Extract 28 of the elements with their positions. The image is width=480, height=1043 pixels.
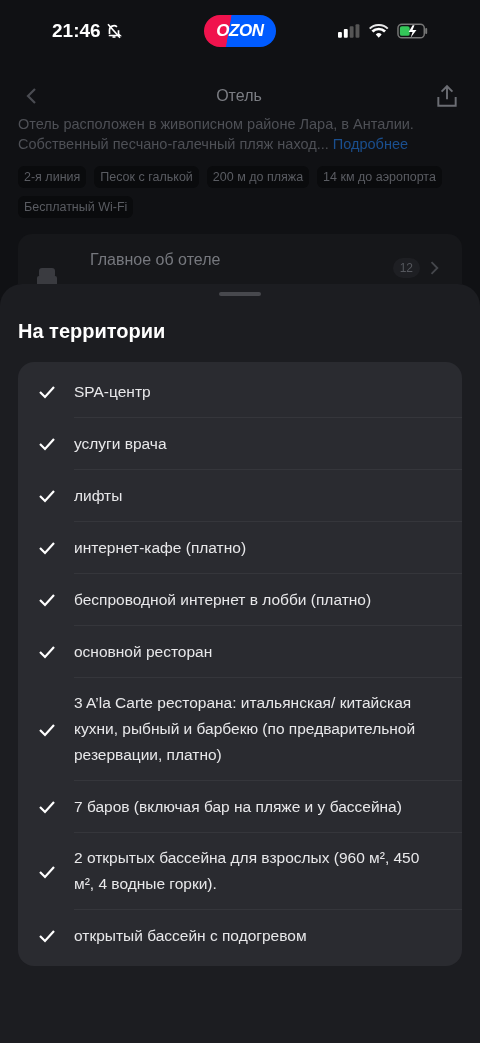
more-link[interactable]: Подробнее — [332, 136, 409, 152]
amenity-text: 7 баров (включая бар на пляже и у бассейна) — [74, 796, 402, 817]
amenity-text: основной ресторан — [74, 641, 213, 662]
wifi-icon — [369, 24, 389, 38]
count-badge: 12 — [392, 258, 420, 278]
amenity-text: лифты — [74, 485, 123, 506]
amenity-text: интернет-кафе (платно) — [74, 537, 247, 558]
battery-icon — [396, 23, 428, 39]
feature-tag: 14 км до аэропорта — [317, 166, 442, 188]
amenity-text: 3 A’la Carte ресторана: итальянская/ китайская кухни, рыбный и барбекю (по предварительной резервации, платно) — [74, 693, 417, 765]
signal-icon — [338, 24, 362, 38]
section-label: Главное об отеле — [90, 250, 222, 270]
amenity-text: SPA-центр — [74, 381, 151, 402]
amenity-text: услуги врача — [74, 433, 167, 454]
amenity-text: открытый бассейн с подогревом — [74, 926, 307, 946]
sheet-title: На территории — [18, 319, 167, 344]
info-card[interactable]: Главное об отеле 12 — [18, 234, 462, 284]
feature-tag: 2-я линия — [18, 166, 87, 188]
amenity-text: 2 открытых бассейна для взрослых (960 м², 450 м², 4 водные горки). — [74, 848, 421, 894]
amenity-text: беспроводной интернет в лобби (платно) — [74, 589, 372, 610]
feature-tag: Песок с галькой — [94, 166, 199, 188]
share-icon[interactable] — [434, 83, 460, 109]
drag-handle[interactable] — [219, 292, 261, 296]
status-time: 21:46 — [52, 18, 101, 43]
feature-tag: 200 м до пляжа — [206, 166, 310, 188]
hotel-description: Отель расположен в живописном районе Лара, в Анталии. Собственный песчано-галечный пляж наход... Подробнее — [18, 115, 415, 154]
feature-tag: Бесплатный Wi-Fi — [18, 196, 134, 218]
page-title: Отель — [216, 86, 262, 106]
